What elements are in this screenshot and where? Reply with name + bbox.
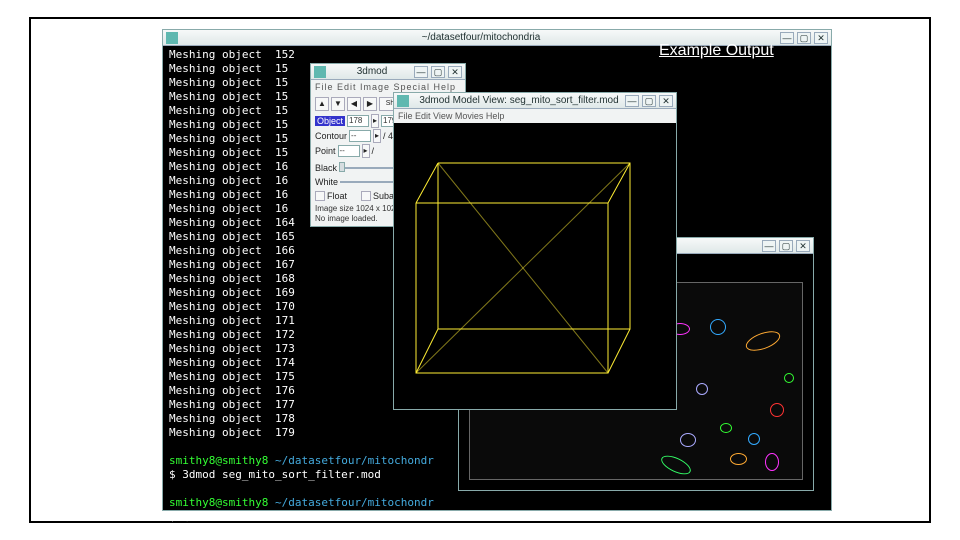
contour	[659, 452, 694, 478]
ctrl-titlebar[interactable]: 3dmod — ▢ ✕	[311, 64, 465, 80]
minimize-button[interactable]: —	[762, 240, 776, 252]
contour-max: / 4	[383, 131, 393, 141]
contour-label: Contour	[315, 131, 347, 141]
contour-row: Contour -- ▸ / 4	[315, 129, 393, 143]
minimize-button[interactable]: —	[414, 66, 428, 78]
float-checkbox[interactable]	[315, 191, 325, 201]
object-value[interactable]: 178	[347, 115, 369, 127]
close-button[interactable]: ✕	[796, 240, 810, 252]
point-row: Point -- ▸ /	[315, 144, 374, 158]
minimize-button[interactable]: —	[625, 95, 639, 107]
spinner-up-icon[interactable]: ▸	[373, 129, 381, 143]
spinner-up-icon[interactable]: ▸	[362, 144, 370, 158]
object-row: Object 178 ▸ 179	[315, 114, 403, 128]
modelview-canvas[interactable]	[394, 123, 676, 409]
contour	[720, 423, 732, 433]
close-button[interactable]: ✕	[659, 95, 673, 107]
modelview-menu[interactable]: File Edit View Movies Help	[394, 109, 676, 123]
contour	[696, 383, 708, 395]
tool-button[interactable]: ◀	[347, 97, 361, 111]
page-frame: ~/datasetfour/mitochondria — ▢ ✕ Meshing…	[29, 17, 931, 523]
point-value[interactable]: --	[338, 145, 360, 157]
maximize-button[interactable]: ▢	[642, 95, 656, 107]
point-label: Point	[315, 146, 336, 156]
maximize-button[interactable]: ▢	[779, 240, 793, 252]
close-button[interactable]: ✕	[448, 66, 462, 78]
contour	[765, 453, 779, 471]
app-icon	[397, 95, 409, 107]
contour	[680, 433, 696, 447]
contour	[730, 453, 747, 465]
contour	[770, 403, 784, 417]
tool-button[interactable]: ▲	[315, 97, 329, 111]
ctrl-toolbar: ▲ ▼ ◀ ▶ Sh	[315, 97, 401, 111]
maximize-button[interactable]: ▢	[797, 32, 811, 44]
modelview-title: 3dmod Model View: seg_mito_sort_filter.m…	[413, 95, 625, 106]
float-label: Float	[327, 191, 347, 201]
contour-value[interactable]: --	[349, 130, 371, 142]
object-label: Object	[315, 116, 345, 126]
modelview-window: 3dmod Model View: seg_mito_sort_filter.m…	[393, 92, 677, 410]
contour	[748, 433, 760, 445]
spinner-up-icon[interactable]: ▸	[371, 114, 379, 128]
subarea-checkbox[interactable]	[361, 191, 371, 201]
app-icon	[314, 66, 326, 78]
terminal-icon	[166, 32, 178, 44]
black-label: Black	[315, 163, 337, 173]
close-button[interactable]: ✕	[814, 32, 828, 44]
tool-button[interactable]: ▶	[363, 97, 377, 111]
contour	[743, 327, 782, 354]
ctrl-title: 3dmod	[330, 66, 414, 77]
minimize-button[interactable]: —	[780, 32, 794, 44]
contour	[784, 373, 794, 383]
no-image-text: No image loaded.	[315, 214, 378, 223]
maximize-button[interactable]: ▢	[431, 66, 445, 78]
white-label: White	[315, 177, 338, 187]
point-max: /	[372, 146, 375, 156]
modelview-titlebar[interactable]: 3dmod Model View: seg_mito_sort_filter.m…	[394, 93, 676, 109]
tool-button[interactable]: ▼	[331, 97, 345, 111]
example-output-label: Example Output	[659, 42, 774, 60]
contour	[710, 319, 726, 335]
